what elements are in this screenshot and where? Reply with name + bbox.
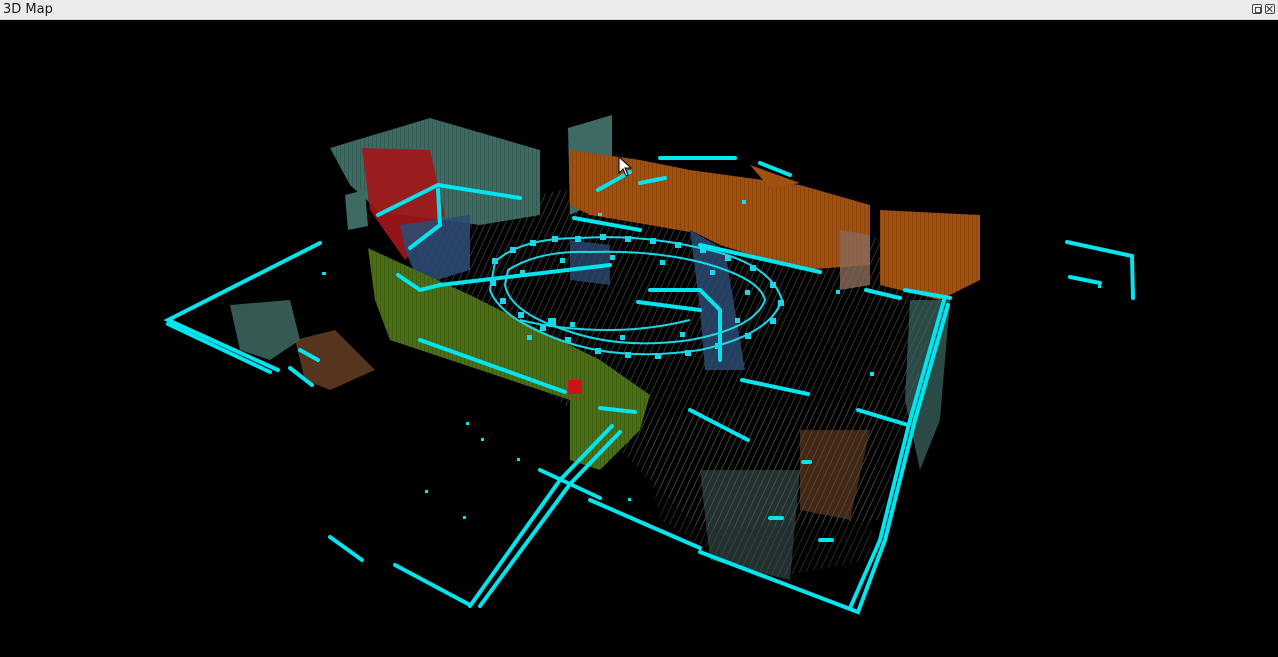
close-window-icon[interactable] — [1265, 4, 1275, 14]
float-window-icon[interactable] — [1252, 4, 1262, 14]
floor-point-cloud — [400, 190, 960, 580]
window-title: 3D Map — [3, 2, 53, 17]
robot-marker-icon — [568, 380, 582, 394]
3d-map-viewport[interactable] — [0, 20, 1278, 657]
map-window: 3D Map — [0, 0, 1278, 657]
title-bar: 3D Map — [0, 0, 1278, 20]
